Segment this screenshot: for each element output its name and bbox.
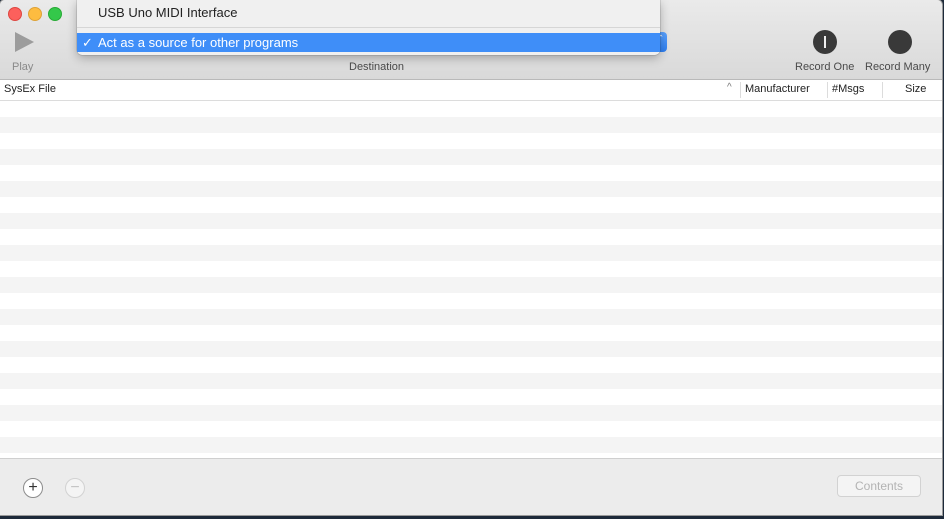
table-row bbox=[0, 389, 942, 405]
close-window-button[interactable] bbox=[8, 7, 22, 21]
column-header-sysex-file[interactable]: SysEx File bbox=[4, 83, 56, 95]
bottom-bar: + − Contents bbox=[0, 458, 942, 515]
record-many-label: Record Many bbox=[865, 61, 931, 73]
table-row bbox=[0, 213, 942, 229]
table-row bbox=[0, 245, 942, 261]
record-one-icon bbox=[824, 36, 826, 48]
table-row bbox=[0, 357, 942, 373]
menu-item-usb-uno-midi-interface[interactable]: USB Uno MIDI Interface bbox=[77, 4, 660, 22]
table-row bbox=[0, 149, 942, 165]
column-header-msgs[interactable]: #Msgs bbox=[832, 83, 864, 95]
menu-separator bbox=[77, 27, 660, 28]
remove-file-button[interactable]: − bbox=[65, 478, 85, 498]
zoom-window-button[interactable] bbox=[48, 7, 62, 21]
record-one-button[interactable] bbox=[813, 30, 837, 54]
minimize-window-button[interactable] bbox=[28, 7, 42, 21]
contents-button[interactable]: Contents bbox=[837, 475, 921, 497]
destination-menu: USB Uno MIDI Interface ✓ Act as a source… bbox=[77, 0, 660, 55]
destination-label: Destination bbox=[349, 61, 405, 73]
checkmark-icon: ✓ bbox=[82, 35, 93, 50]
column-divider[interactable] bbox=[827, 82, 828, 98]
table-row bbox=[0, 309, 942, 325]
table-row bbox=[0, 373, 942, 389]
sort-ascending-icon[interactable]: ^ bbox=[727, 82, 732, 93]
menu-item-act-as-source[interactable]: ✓ Act as a source for other programs bbox=[77, 33, 660, 52]
table-row bbox=[0, 341, 942, 357]
menu-item-label: Act as a source for other programs bbox=[98, 35, 299, 50]
table-row bbox=[0, 181, 942, 197]
table-row bbox=[0, 117, 942, 133]
table-row bbox=[0, 277, 942, 293]
table-row bbox=[0, 437, 942, 453]
sysex-file-table: SysEx File ^ Manufacturer #Msgs Size bbox=[0, 80, 942, 458]
table-row bbox=[0, 165, 942, 181]
column-header-size[interactable]: Size bbox=[905, 83, 926, 95]
table-row bbox=[0, 229, 942, 245]
column-divider[interactable] bbox=[882, 82, 883, 98]
table-rows[interactable] bbox=[0, 101, 942, 458]
table-row bbox=[0, 133, 942, 149]
table-row bbox=[0, 325, 942, 341]
record-one-label: Record One bbox=[795, 61, 855, 73]
table-row bbox=[0, 405, 942, 421]
play-icon bbox=[14, 32, 34, 52]
menu-item-label: USB Uno MIDI Interface bbox=[98, 5, 238, 20]
table-header: SysEx File ^ Manufacturer #Msgs Size bbox=[0, 80, 942, 101]
record-many-button[interactable] bbox=[888, 30, 912, 54]
table-row bbox=[0, 293, 942, 309]
column-divider[interactable] bbox=[740, 82, 741, 98]
play-label: Play bbox=[12, 61, 34, 73]
table-row bbox=[0, 101, 942, 117]
app-window: Play Destination Record One Record Many … bbox=[0, 0, 942, 515]
add-file-button[interactable]: + bbox=[23, 478, 43, 498]
column-header-manufacturer[interactable]: Manufacturer bbox=[745, 83, 810, 95]
table-row bbox=[0, 421, 942, 437]
table-row bbox=[0, 197, 942, 213]
table-row bbox=[0, 261, 942, 277]
